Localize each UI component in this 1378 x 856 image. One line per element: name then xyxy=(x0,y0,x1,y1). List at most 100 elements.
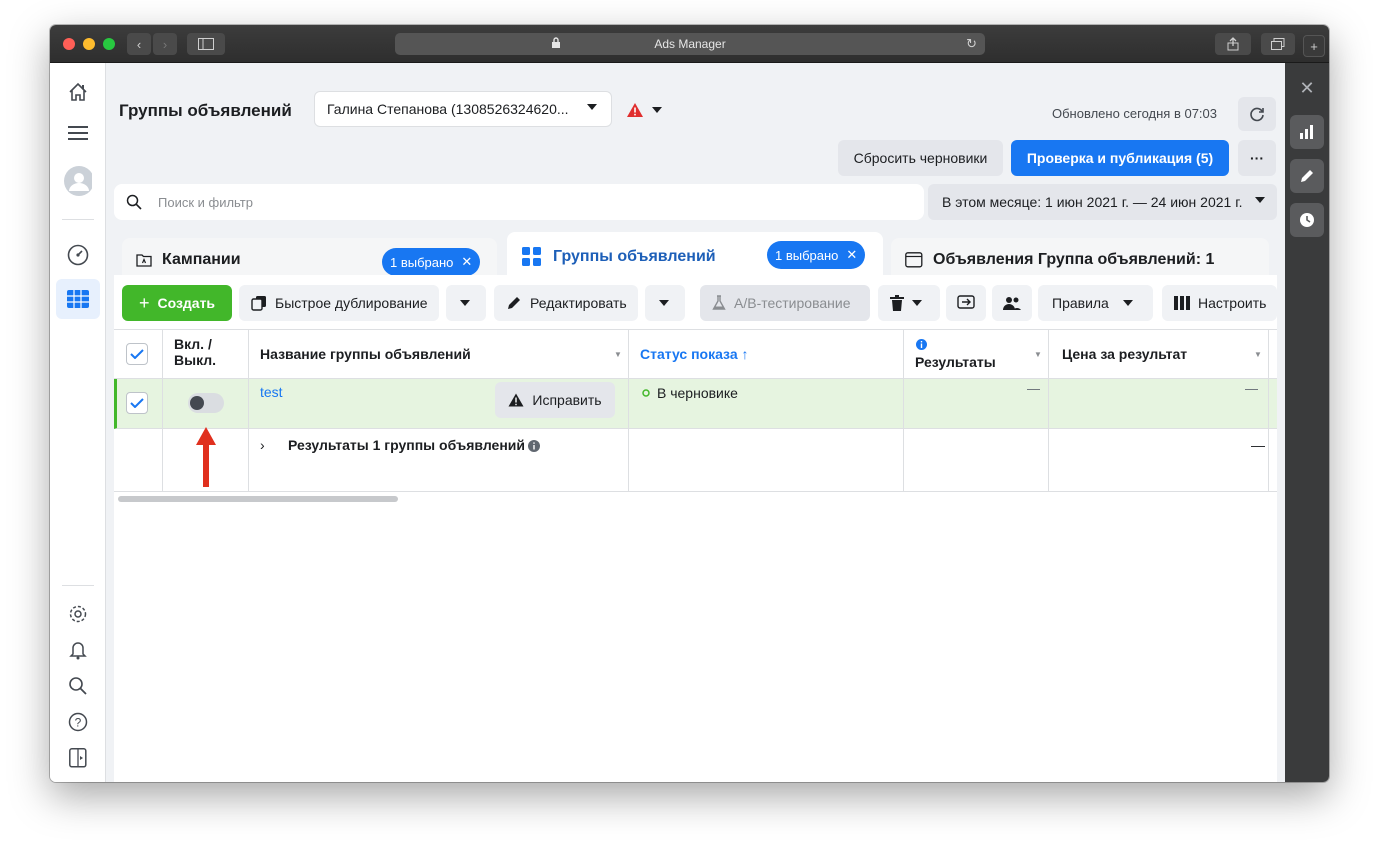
more-options-button[interactable]: ··· xyxy=(1238,140,1276,176)
page-title-text: Ads Manager xyxy=(654,37,726,51)
tabs-overview-button[interactable] xyxy=(1261,33,1295,55)
delete-button[interactable] xyxy=(878,285,940,321)
tab-campaigns-label: Кампании xyxy=(162,251,241,268)
menu-icon[interactable] xyxy=(64,119,92,147)
summary-row: › Результаты 1 группы объявлений — xyxy=(114,429,1277,492)
dashboard-gauge-icon[interactable] xyxy=(64,241,92,269)
cost-column-header[interactable]: Цена за результат xyxy=(1062,346,1187,362)
annotation-arrow xyxy=(196,427,216,487)
sidebar-icon xyxy=(198,38,214,50)
reload-icon[interactable]: ↻ xyxy=(966,36,977,52)
ab-test-button[interactable]: A/B-тестирование xyxy=(700,285,870,321)
results-value: — xyxy=(1027,381,1040,396)
customize-label: Настроить xyxy=(1198,295,1267,311)
duplicate-dropdown-button[interactable] xyxy=(446,285,486,321)
edit-dropdown-button[interactable] xyxy=(645,285,685,321)
table-row[interactable]: test Исправить В черновике — — xyxy=(114,379,1277,429)
settings-gear-icon[interactable] xyxy=(64,600,92,628)
rules-button[interactable]: Правила xyxy=(1038,285,1153,321)
back-button[interactable]: ‹ xyxy=(127,33,151,55)
sort-caret-icon[interactable]: ▼ xyxy=(1034,350,1042,359)
pencil-icon xyxy=(508,297,520,309)
people-icon xyxy=(1003,297,1021,310)
discard-drafts-button[interactable]: Сбросить черновики xyxy=(838,140,1003,176)
edit-pencil-icon[interactable] xyxy=(1290,159,1324,193)
notifications-bell-icon[interactable] xyxy=(64,636,92,664)
columns-icon xyxy=(1174,296,1190,310)
quick-duplicate-button[interactable]: Быстрое дублирование xyxy=(239,285,439,321)
sort-caret-icon[interactable]: ▼ xyxy=(1254,350,1262,359)
expand-chevron-icon[interactable]: › xyxy=(260,437,265,453)
draft-status-dot xyxy=(642,389,650,397)
clear-selection-icon[interactable]: ✕ xyxy=(461,254,472,270)
date-range-selector[interactable]: В этом месяце: 1 июн 2021 г. — 24 июн 20… xyxy=(928,184,1277,220)
ad-sets-selected-chip[interactable]: 1 выбрано ✕ xyxy=(767,241,866,269)
adset-name-link[interactable]: test xyxy=(260,384,283,400)
fix-button[interactable]: Исправить xyxy=(495,382,615,418)
column-divider xyxy=(248,329,249,492)
history-clock-icon[interactable] xyxy=(1290,203,1324,237)
table-header-row: Вкл. / Выкл. Название группы объявлений … xyxy=(114,329,1277,379)
updated-timestamp: Обновлено сегодня в 07:03 xyxy=(1052,106,1218,121)
chevron-down-icon xyxy=(659,300,669,306)
row-checkbox[interactable] xyxy=(126,392,148,414)
sidebar-toggle-button[interactable] xyxy=(187,33,225,55)
ads-table-icon[interactable] xyxy=(64,285,92,313)
search-filter-input[interactable]: Поиск и фильтр xyxy=(114,184,924,220)
customize-columns-button[interactable]: Настроить xyxy=(1162,285,1277,321)
side-panel-toggle-icon[interactable] xyxy=(64,744,92,772)
nav-divider xyxy=(62,219,94,220)
ad-sets-grid-icon xyxy=(522,247,541,266)
chevron-down-icon xyxy=(912,300,922,306)
clear-selection-icon[interactable]: ✕ xyxy=(846,247,857,263)
new-tab-button[interactable]: + xyxy=(1303,35,1325,57)
results-column-header[interactable]: Результаты xyxy=(915,354,996,370)
info-icon[interactable] xyxy=(916,339,927,350)
select-all-checkbox[interactable] xyxy=(126,343,148,365)
column-divider xyxy=(628,329,629,492)
avatar[interactable] xyxy=(64,166,92,196)
folder-icon xyxy=(136,254,152,267)
help-icon[interactable]: ? xyxy=(64,708,92,736)
zoom-window-button[interactable] xyxy=(103,38,115,50)
svg-text:?: ? xyxy=(75,716,82,730)
adset-onoff-toggle[interactable] xyxy=(188,393,224,413)
home-icon[interactable] xyxy=(64,78,92,106)
review-publish-button[interactable]: Проверка и публикация (5) xyxy=(1011,140,1229,176)
name-column-header[interactable]: Название группы объявлений xyxy=(260,346,471,362)
charts-icon[interactable] xyxy=(1290,115,1324,149)
forward-button[interactable]: › xyxy=(153,33,177,55)
audience-button[interactable] xyxy=(992,285,1032,321)
chevron-down-icon xyxy=(1255,197,1265,203)
close-panel-icon[interactable]: ✕ xyxy=(1290,71,1324,105)
account-name: Галина Степанова (1308526324620... xyxy=(327,101,569,117)
warning-icon xyxy=(508,393,524,407)
column-divider xyxy=(162,329,163,492)
search-icon[interactable] xyxy=(64,672,92,700)
preview-button[interactable] xyxy=(946,285,986,321)
share-button[interactable] xyxy=(1215,33,1251,55)
sort-caret-icon[interactable]: ▼ xyxy=(614,350,622,359)
flask-icon xyxy=(712,295,726,310)
create-button[interactable]: + Создать xyxy=(122,285,232,321)
edit-button[interactable]: Редактировать xyxy=(494,285,638,321)
minimize-window-button[interactable] xyxy=(83,38,95,50)
edit-label: Редактировать xyxy=(530,295,627,311)
chevron-down-icon xyxy=(1122,300,1133,306)
close-window-button[interactable] xyxy=(63,38,75,50)
info-icon[interactable] xyxy=(528,440,540,452)
account-warning[interactable] xyxy=(626,102,662,118)
horizontal-scrollbar[interactable] xyxy=(118,496,398,502)
column-divider xyxy=(1048,329,1049,492)
account-selector[interactable]: Галина Степанова (1308526324620... xyxy=(314,91,612,127)
left-nav: ? xyxy=(50,63,106,782)
page-title: Группы объявлений xyxy=(119,101,292,120)
address-bar[interactable]: Ads Manager ↻ xyxy=(395,33,985,55)
summary-cost-value: — xyxy=(1251,437,1265,453)
trash-icon xyxy=(890,295,904,311)
campaigns-selected-chip[interactable]: 1 выбрано ✕ xyxy=(382,248,481,276)
checkmark-icon xyxy=(130,349,144,359)
status-column-header[interactable]: Статус показа ↑ xyxy=(640,346,749,362)
onoff-column-header[interactable]: Вкл. / Выкл. xyxy=(174,336,244,368)
refresh-button[interactable] xyxy=(1238,97,1276,131)
